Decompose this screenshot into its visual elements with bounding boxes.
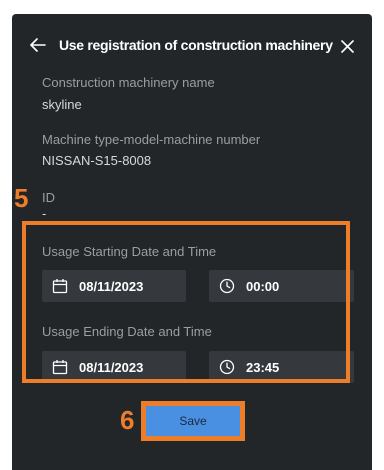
id-value: - [42,206,47,221]
usage-period-highlight [22,221,350,383]
arrow-left-icon[interactable] [30,38,46,52]
machinery-name-label: Construction machinery name [42,75,215,90]
dialog-title: Use registration of construction machine… [59,37,333,53]
step-6-marker: 6 [120,405,135,435]
id-label: ID [42,190,55,205]
machinery-name-value: skyline [42,97,82,112]
close-icon[interactable] [341,40,354,53]
step-5-marker: 5 [14,183,29,213]
machine-type-label: Machine type-model-machine number [42,132,261,147]
dialog-header: Use registration of construction machine… [12,14,372,70]
save-button[interactable]: Save [146,406,240,436]
machine-type-value: NISSAN-S15-8008 [42,153,152,168]
